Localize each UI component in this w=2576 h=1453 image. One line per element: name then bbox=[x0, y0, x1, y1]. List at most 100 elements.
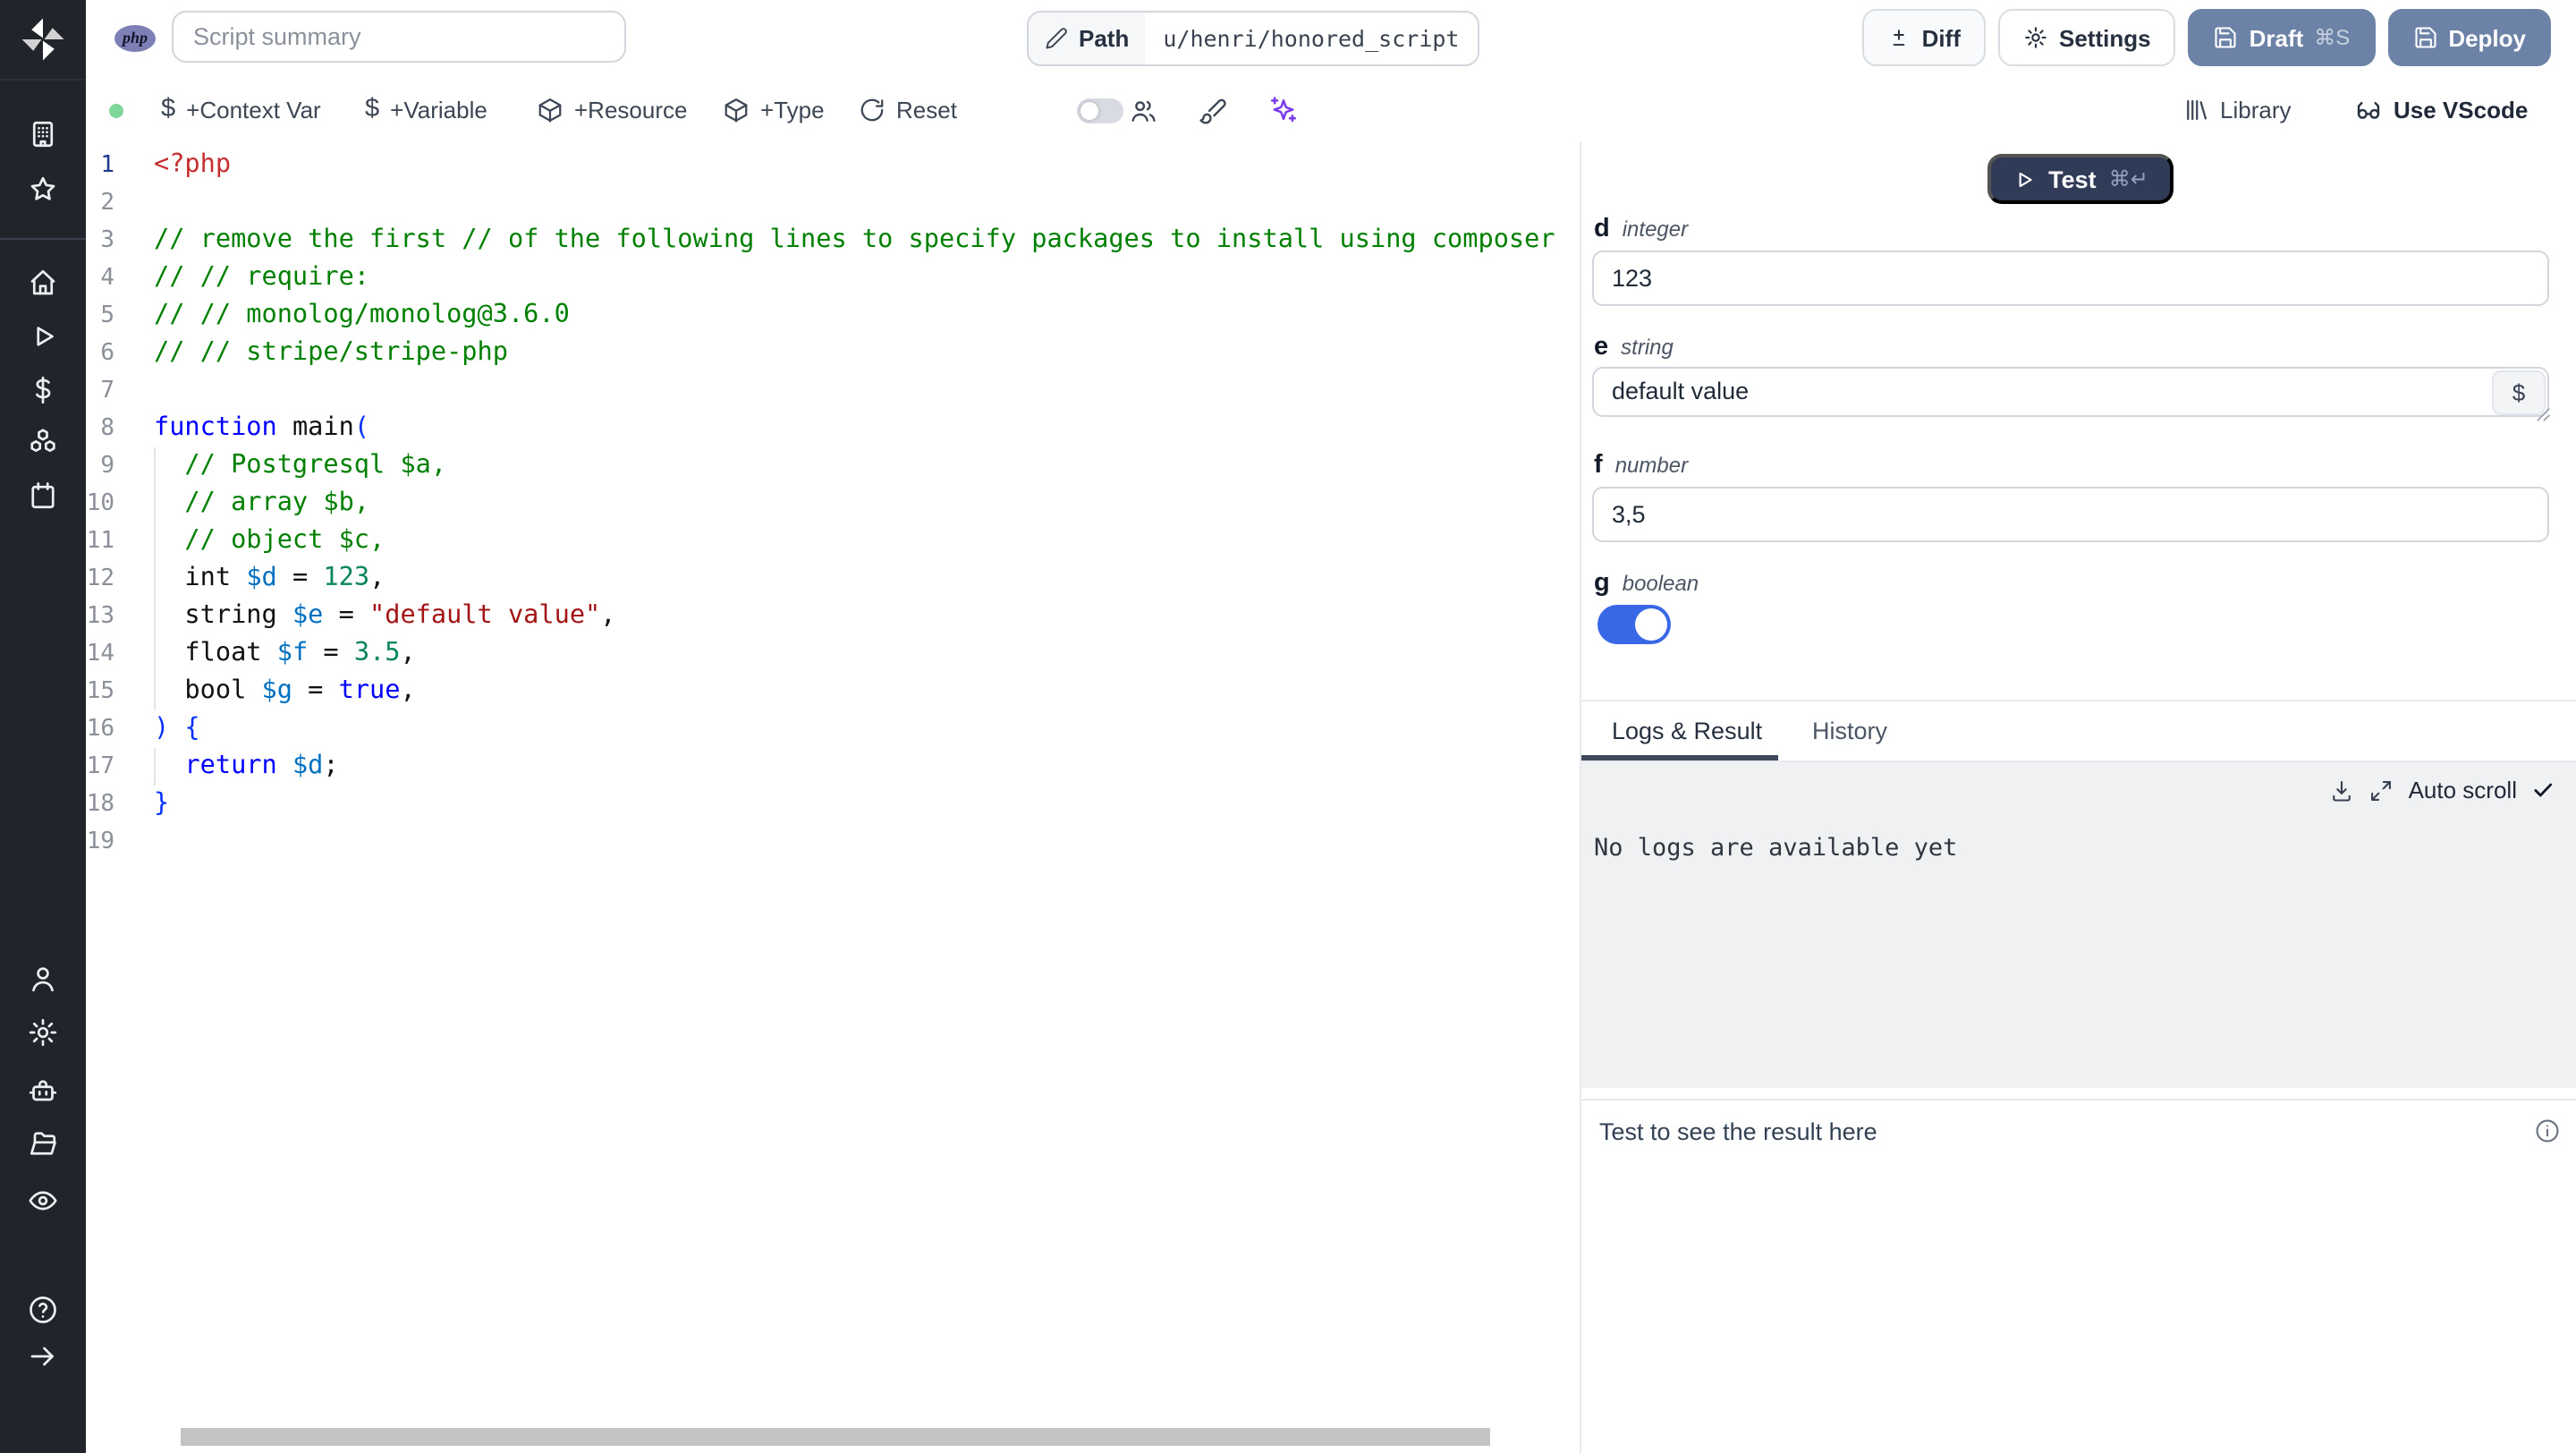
settings-button[interactable]: Settings bbox=[1998, 9, 2176, 66]
resources-boxes-icon[interactable] bbox=[27, 426, 59, 458]
code-line[interactable]: int $d = 123, bbox=[154, 560, 1558, 598]
arg-name: g bbox=[1594, 569, 1610, 598]
line-number: 3 bbox=[100, 227, 114, 254]
check-icon[interactable] bbox=[2531, 778, 2555, 802]
sidebar-divider bbox=[0, 238, 86, 240]
ai-sparkles-icon[interactable] bbox=[1268, 79, 1299, 141]
library-button[interactable]: Library bbox=[2182, 79, 2292, 141]
path-field[interactable]: Path u/henri/honored_script bbox=[1027, 11, 1479, 66]
code-line[interactable]: return $d; bbox=[154, 748, 1558, 786]
pencil-icon bbox=[1045, 27, 1068, 50]
topbar: php Path u/henri/honored_script Diff bbox=[86, 0, 2576, 81]
diff-button[interactable]: Diff bbox=[1862, 9, 1986, 66]
arg-f-input[interactable] bbox=[1592, 487, 2549, 542]
code-line[interactable]: float $f = 3.5, bbox=[154, 635, 1558, 673]
line-number: 14 bbox=[86, 641, 114, 667]
use-vscode-button[interactable]: Use VScode bbox=[2354, 79, 2528, 141]
expand-icon[interactable] bbox=[2369, 777, 2394, 803]
code-line[interactable] bbox=[154, 823, 1558, 861]
add-variable-button[interactable]: $ +Variable bbox=[365, 79, 487, 141]
draft-shortcut: ⌘S bbox=[2314, 25, 2351, 50]
windmill-logo-icon[interactable] bbox=[16, 13, 70, 66]
status-dot bbox=[109, 103, 123, 117]
summary-input[interactable] bbox=[172, 11, 626, 63]
code-line[interactable]: // // monolog/monolog@3.6.0 bbox=[154, 297, 1558, 335]
arg-type: boolean bbox=[1622, 571, 1699, 596]
draft-label: Draft bbox=[2249, 24, 2304, 51]
deploy-label: Deploy bbox=[2448, 24, 2526, 51]
code-line[interactable]: ) { bbox=[154, 710, 1558, 748]
favorites-star-icon[interactable] bbox=[27, 174, 59, 206]
code-lines[interactable]: <?php // remove the first // of the follo… bbox=[154, 147, 1558, 861]
multiplayer-users-icon[interactable] bbox=[1129, 79, 1157, 141]
deploy-button[interactable]: Deploy bbox=[2387, 9, 2551, 66]
tab-logs-result[interactable]: Logs & Result bbox=[1612, 701, 1762, 760]
line-number: 18 bbox=[86, 791, 114, 818]
line-number: 13 bbox=[86, 603, 114, 630]
add-type-label: +Type bbox=[760, 97, 825, 123]
runs-play-icon[interactable] bbox=[27, 320, 59, 353]
draft-button[interactable]: Draft ⌘S bbox=[2188, 9, 2376, 66]
line-number: 1 bbox=[100, 152, 114, 179]
language-badge-label: php bbox=[122, 29, 148, 47]
code-line[interactable]: function main( bbox=[154, 410, 1558, 447]
info-icon[interactable] bbox=[2533, 1117, 2562, 1145]
line-number: 10 bbox=[86, 490, 114, 517]
code-line[interactable]: // // require: bbox=[154, 259, 1558, 297]
arg-type: number bbox=[1614, 453, 1689, 478]
format-brush-icon[interactable] bbox=[1199, 79, 1227, 141]
save-icon bbox=[2412, 25, 2437, 50]
help-icon[interactable] bbox=[27, 1294, 59, 1326]
settings-gear-icon[interactable] bbox=[27, 1016, 59, 1049]
code-line[interactable]: } bbox=[154, 786, 1558, 823]
diff-mode-toggle[interactable] bbox=[1077, 98, 1123, 123]
code-line[interactable]: // object $c, bbox=[154, 523, 1558, 560]
download-icon[interactable] bbox=[2330, 777, 2355, 803]
topbar-actions: Diff Settings Draft ⌘S Deploy bbox=[1862, 9, 2551, 66]
resize-handle-icon[interactable] bbox=[2535, 406, 2551, 422]
collapse-arrow-right-icon[interactable] bbox=[27, 1340, 59, 1372]
arg-d-input[interactable] bbox=[1592, 251, 2549, 306]
library-label: Library bbox=[2220, 97, 2292, 123]
code-line[interactable] bbox=[154, 372, 1558, 410]
code-line[interactable]: <?php bbox=[154, 147, 1558, 184]
user-icon[interactable] bbox=[27, 963, 59, 995]
add-type-button[interactable]: +Type bbox=[723, 79, 825, 141]
code-line[interactable]: // // stripe/stripe-php bbox=[154, 335, 1558, 372]
folders-icon[interactable] bbox=[27, 1127, 59, 1160]
schedules-calendar-icon[interactable] bbox=[27, 480, 59, 512]
code-line[interactable]: // Postgresql $a, bbox=[154, 447, 1558, 485]
code-line[interactable]: // remove the first // of the following … bbox=[154, 222, 1558, 259]
reset-button[interactable]: Reset bbox=[859, 79, 957, 141]
path-value: u/henri/honored_script bbox=[1163, 25, 1460, 52]
arg-e-textarea[interactable]: default value bbox=[1592, 367, 2549, 417]
auto-scroll-label: Auto scroll bbox=[2408, 777, 2517, 803]
vscode-icon bbox=[2354, 96, 2383, 124]
workspace-building-icon[interactable] bbox=[27, 118, 59, 150]
audit-eye-icon[interactable] bbox=[27, 1185, 59, 1217]
home-icon[interactable] bbox=[27, 267, 59, 299]
code-line[interactable] bbox=[154, 184, 1558, 222]
workers-robot-icon[interactable] bbox=[27, 1075, 59, 1108]
package-icon bbox=[537, 97, 564, 123]
code-line[interactable]: // array $b, bbox=[154, 485, 1558, 523]
arg-g-toggle[interactable] bbox=[1597, 605, 1671, 644]
sidebar-divider bbox=[0, 79, 86, 81]
tab-history[interactable]: History bbox=[1812, 701, 1887, 760]
library-icon bbox=[2182, 97, 2209, 123]
arg-name: d bbox=[1594, 215, 1610, 243]
path-label: Path bbox=[1079, 25, 1130, 52]
reset-label: Reset bbox=[896, 97, 957, 123]
horizontal-scrollbar[interactable] bbox=[181, 1428, 1490, 1446]
arg-g-label: g boolean bbox=[1594, 569, 1699, 598]
test-button[interactable]: Test ⌘↵ bbox=[1987, 154, 2174, 204]
variables-dollar-icon[interactable] bbox=[27, 374, 59, 406]
add-context-var-button[interactable]: $ +Context Var bbox=[161, 79, 321, 141]
use-vscode-label: Use VScode bbox=[2394, 97, 2529, 123]
test-label: Test bbox=[2048, 166, 2097, 192]
code-line[interactable]: string $e = "default value", bbox=[154, 598, 1558, 635]
line-number: 11 bbox=[86, 528, 114, 555]
code-editor[interactable]: 1 2 3 4 5 6 7 8 9 10 11 12 13 14 15 16 17 18 19 <?php// re… bbox=[86, 141, 1580, 1453]
add-resource-button[interactable]: +Resource bbox=[537, 79, 687, 141]
code-line[interactable]: bool $g = true, bbox=[154, 673, 1558, 710]
